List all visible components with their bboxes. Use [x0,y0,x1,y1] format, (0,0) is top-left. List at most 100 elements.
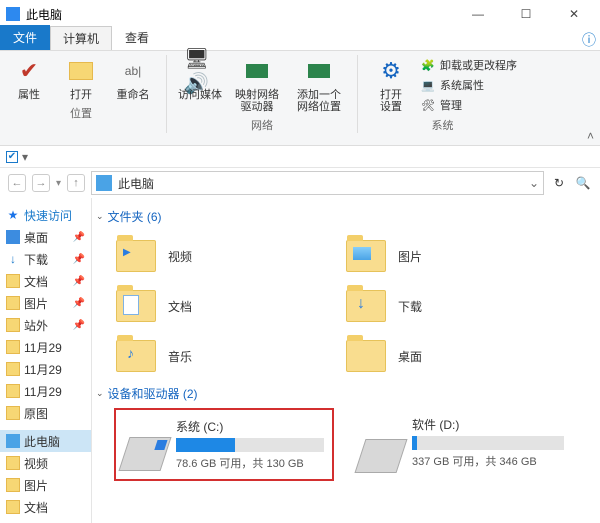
folder-icon [6,456,20,470]
ribbon-group-system: 系统 [432,117,454,133]
nav-recent-dropdown[interactable]: ▾ [56,178,61,189]
drive-status: 337 GB 可用，共 346 GB [412,453,564,469]
refresh-button[interactable]: ↻ [550,174,568,192]
ribbon-group-network: 网络 [251,117,273,133]
folder-icon [6,318,20,332]
sidebar-item-documents2[interactable]: 文档 [0,496,91,518]
folder-icon [6,500,20,514]
sidebar-item-zhanwai[interactable]: 站外📌 [0,314,91,336]
folder-desktop[interactable]: 桌面 [344,331,574,381]
folder-video[interactable]: 视频 [114,231,344,281]
search-button[interactable]: 🔍 [574,174,592,192]
drive-name: 软件 (D:) [412,416,564,433]
ribbon-media[interactable]: 🖥🔊 访问媒体 [177,55,223,113]
netdrive-icon [241,55,273,87]
folder-icon [6,362,20,376]
content-pane: ⌄ 文件夹 (6) 视频 图片 文档 下载 音乐 桌面 ⌄ 设备和驱动器 (2)… [92,198,600,523]
minimize-button[interactable]: — [458,3,498,25]
folder-icon [6,406,20,420]
gear-icon: ⚙ [375,55,407,87]
ribbon-separator [357,55,358,133]
ribbon-open[interactable]: 打开 [58,55,104,101]
quickbar-dropdown[interactable]: ▾ [22,150,28,164]
section-drives-header[interactable]: ⌄ 设备和驱动器 (2) [96,385,596,402]
ribbon-map-netdrive[interactable]: 映射网络 驱动器 [229,55,285,113]
folder-icon [116,240,156,272]
folder-icon [6,340,20,354]
sidebar-item-pictures[interactable]: 图片📌 [0,292,91,314]
drive-usage-bar [176,438,324,452]
uninstall-icon: 🧩 [420,57,436,73]
drive-name: 系统 (C:) [176,418,324,435]
ribbon-properties[interactable]: ✔ 属性 [6,55,52,101]
ribbon-group-location: 位置 [70,105,92,121]
sidebar-item-desktop[interactable]: 桌面📌 [0,226,91,248]
folder-icon [6,296,20,310]
addnet-icon [303,55,335,87]
folder-icon [6,384,20,398]
close-button[interactable]: ✕ [554,3,594,25]
sidebar-item-video[interactable]: 视频 [0,452,91,474]
ribbon-manage[interactable]: 🛠管理 [420,97,517,113]
pin-icon: 📌 [73,232,85,243]
tab-view[interactable]: 查看 [112,25,162,50]
drive-status: 78.6 GB 可用，共 130 GB [176,455,324,471]
folder-documents[interactable]: 文档 [114,281,344,331]
app-icon [6,7,20,21]
select-all-checkbox[interactable]: ✔ [6,151,18,163]
sidebar-quick-access[interactable]: ★快速访问 [0,204,91,226]
ribbon-add-netloc[interactable]: 添加一个 网络位置 [291,55,347,113]
help-button[interactable]: ⓘ [578,30,600,50]
ribbon-collapse-button[interactable]: ˄ [587,129,594,143]
pin-icon: 📌 [73,276,85,287]
address-row: ← → ▾ ↑ 此电脑 ⌄ ↻ 🔍 [0,168,600,198]
ribbon-separator [166,55,167,133]
pc-icon [96,175,112,191]
sidebar-item-raw[interactable]: 原图 [0,402,91,424]
drive-icon [118,437,171,471]
sidebar-item-downloads2[interactable]: ↓下载 [0,518,91,523]
nav-forward-button[interactable]: → [32,174,50,192]
section-folders-header[interactable]: ⌄ 文件夹 (6) [96,208,596,225]
tab-computer[interactable]: 计算机 [50,26,112,50]
folder-music[interactable]: 音乐 [114,331,344,381]
pin-icon: 📌 [73,320,85,331]
folder-icon [346,240,386,272]
folder-downloads[interactable]: 下载 [344,281,574,331]
rename-icon: ab| [117,55,149,87]
quick-access-bar: ✔ ▾ [0,146,600,168]
window-title: 此电脑 [26,6,458,23]
drive-d[interactable]: 软件 (D:) 337 GB 可用，共 346 GB [352,408,572,481]
folder-pictures[interactable]: 图片 [344,231,574,281]
pc-icon [6,434,20,448]
drive-c[interactable]: 系统 (C:) 78.6 GB 可用，共 130 GB [114,408,334,481]
ribbon-sysprops[interactable]: 💻系统属性 [420,77,517,93]
maximize-button[interactable]: ☐ [506,3,546,25]
desktop-icon [6,230,20,244]
address-bar[interactable]: 此电脑 ⌄ [91,171,544,195]
nav-back-button[interactable]: ← [8,174,26,192]
sidebar-item-date2[interactable]: 11月29 [0,358,91,380]
title-bar: 此电脑 — ☐ ✕ [0,0,600,28]
sidebar-item-documents[interactable]: 文档📌 [0,270,91,292]
sidebar-item-date1[interactable]: 11月29 [0,336,91,358]
ribbon-tabs: 文件 计算机 查看 ⓘ [0,28,600,50]
ribbon-uninstall[interactable]: 🧩卸载或更改程序 [420,57,517,73]
pin-icon: 📌 [73,298,85,309]
tab-file[interactable]: 文件 [0,25,50,50]
nav-up-button[interactable]: ↑ [67,174,85,192]
sidebar-item-pictures2[interactable]: 图片 [0,474,91,496]
sidebar-item-date3[interactable]: 11月29 [0,380,91,402]
ribbon-settings[interactable]: ⚙ 打开 设置 [368,55,414,113]
chevron-down-icon: ⌄ [96,388,104,399]
ribbon-rename[interactable]: ab| 重命名 [110,55,156,101]
folder-icon [6,478,20,492]
download-icon: ↓ [6,252,20,266]
address-dropdown-icon[interactable]: ⌄ [529,176,539,190]
chevron-down-icon: ⌄ [96,211,104,222]
sidebar-item-downloads[interactable]: ↓下载📌 [0,248,91,270]
ribbon: ✔ 属性 打开 ab| 重命名 位置 🖥🔊 访问媒体 映射网络 驱动器 [0,50,600,146]
sidebar-this-pc[interactable]: 此电脑 [0,430,91,452]
folder-icon [116,290,156,322]
checkmark-icon: ✔ [13,55,45,87]
